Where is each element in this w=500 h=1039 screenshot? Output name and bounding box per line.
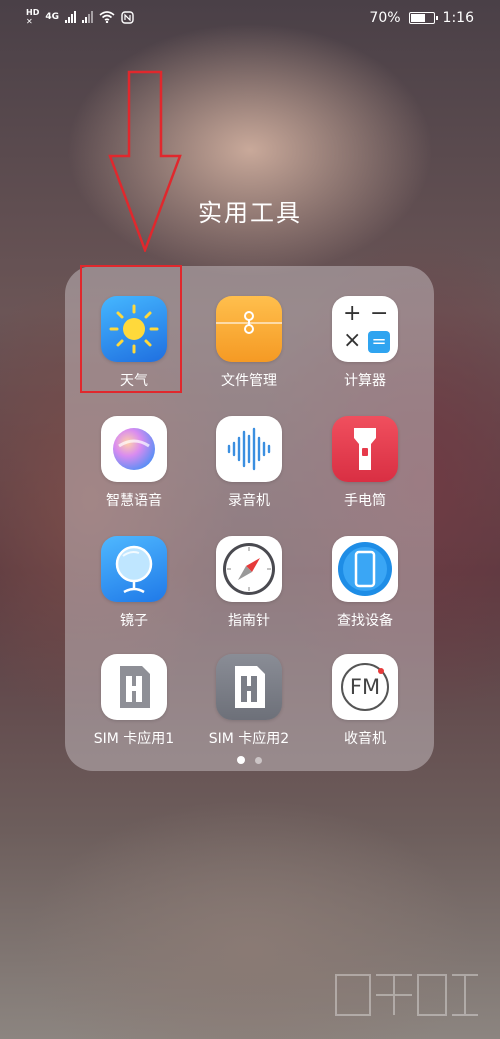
hd-indicator: HD ✕: [26, 8, 39, 26]
compass-icon: [216, 536, 282, 602]
signal-strength-2-icon: [82, 11, 93, 23]
watermark-icon: [335, 974, 478, 1016]
app-label: 手电筒: [344, 493, 386, 509]
signal-strength-icon: [65, 11, 76, 23]
plus-symbol: +: [343, 301, 362, 326]
network-type: 4G: [45, 12, 59, 22]
mirror-icon: [101, 536, 167, 602]
fm-label: FM: [349, 675, 381, 699]
app-label: 智慧语音: [106, 493, 162, 509]
status-left: HD ✕ 4G: [26, 8, 134, 26]
folder-title: 实用工具: [198, 199, 302, 227]
app-label: SIM 卡应用2: [208, 731, 290, 747]
app-label: 文件管理: [221, 373, 277, 389]
battery-icon: [408, 12, 438, 24]
page-dot-2[interactable]: [255, 756, 262, 764]
app-label: 收音机: [344, 731, 386, 747]
hd-label: HD: [26, 8, 40, 17]
times-symbol: ×: [343, 328, 362, 353]
battery-percent: 70%: [369, 10, 401, 26]
app-find-device[interactable]: 查找设备: [307, 536, 423, 630]
app-smart-voice[interactable]: 智慧语音: [76, 416, 192, 510]
app-label: 录音机: [228, 493, 270, 509]
app-mirror[interactable]: 镜子: [76, 536, 192, 630]
app-flashlight[interactable]: 手电筒: [307, 416, 423, 510]
call-icon: ✕: [26, 17, 33, 26]
battery-level-fill: [410, 14, 425, 22]
phone-icon: [332, 536, 398, 602]
sim-card-icon: [216, 654, 282, 720]
page-indicator: [65, 756, 434, 764]
app-file-manager[interactable]: 文件管理: [191, 296, 307, 390]
app-label: 查找设备: [337, 613, 393, 629]
voice-assistant-icon: [101, 416, 167, 482]
app-calculator[interactable]: + − × = 计算器: [307, 296, 423, 390]
waveform-icon: [216, 416, 282, 482]
status-right: 70% 1:16: [369, 10, 474, 26]
flashlight-icon: [332, 416, 398, 482]
status-bar: HD ✕ 4G 70% 1:16: [0, 0, 500, 36]
app-compass[interactable]: 指南针: [191, 536, 307, 630]
clock: 1:16: [442, 10, 474, 26]
app-label: SIM 卡应用1: [93, 731, 175, 747]
nfc-icon: [121, 10, 134, 24]
calculator-icon: + − × =: [332, 296, 398, 362]
equals-symbol: =: [371, 331, 387, 352]
page-dot-1[interactable]: [237, 756, 245, 764]
app-label: 镜子: [120, 613, 148, 629]
app-radio[interactable]: FM 收音机: [307, 654, 423, 748]
app-sim-2[interactable]: SIM 卡应用2: [191, 654, 307, 748]
app-label: 指南针: [228, 613, 270, 629]
folder-icon: [216, 296, 282, 362]
app-sim-1[interactable]: SIM 卡应用1: [76, 654, 192, 748]
annotation-highlight-box: [80, 265, 182, 393]
app-recorder[interactable]: 录音机: [191, 416, 307, 510]
wifi-icon: [99, 11, 115, 23]
app-label: 计算器: [344, 373, 386, 389]
sim-card-icon: [101, 654, 167, 720]
equals-key: =: [368, 331, 390, 353]
fm-radio-icon: FM: [332, 654, 398, 720]
minus-symbol: −: [370, 301, 389, 326]
